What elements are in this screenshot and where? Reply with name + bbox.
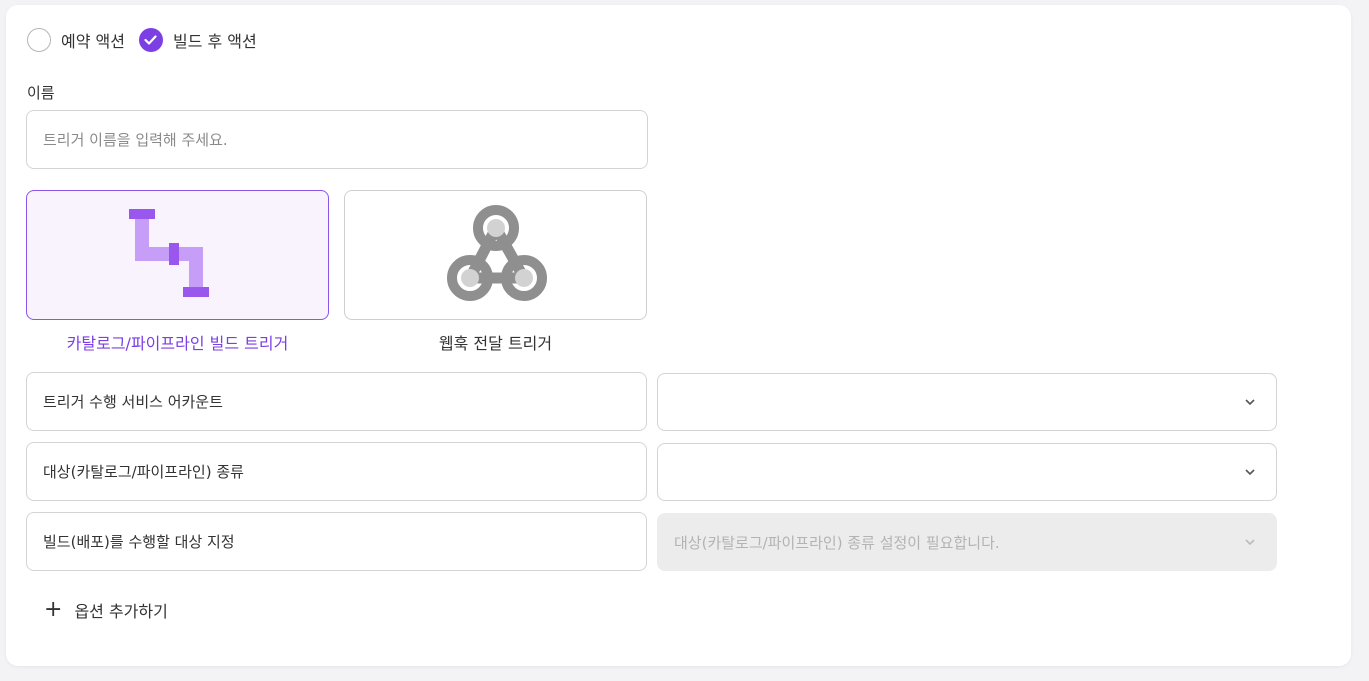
option-label: 트리거 수행 서비스 어카운트 bbox=[43, 393, 223, 411]
add-option-button[interactable]: + 옵션 추가하기 bbox=[44, 598, 168, 622]
webhook-trigger-card[interactable] bbox=[344, 190, 647, 320]
option-target-type-label-box: 대상(카탈로그/파이프라인) 종류 bbox=[26, 442, 647, 501]
target-type-select[interactable] bbox=[657, 443, 1277, 501]
trigger-name-input[interactable] bbox=[26, 110, 648, 169]
option-label: 빌드(배포)를 수행할 대상 지정 bbox=[43, 533, 235, 551]
add-option-label: 옵션 추가하기 bbox=[74, 602, 168, 621]
build-target-select: 대상(카탈로그/파이프라인) 종류 설정이 필요합니다. bbox=[657, 513, 1277, 571]
radio-post-build-action[interactable]: 빌드 후 액션 bbox=[138, 28, 257, 52]
chevron-down-icon bbox=[1245, 469, 1255, 476]
name-field-label: 이름 bbox=[27, 84, 55, 102]
radio-unchecked-icon bbox=[27, 28, 51, 52]
radio-checked-icon bbox=[138, 28, 163, 52]
radio-label: 빌드 후 액션 bbox=[172, 32, 257, 51]
option-service-account-label-box: 트리거 수행 서비스 어카운트 bbox=[26, 372, 647, 431]
plus-icon: + bbox=[44, 597, 63, 622]
pipe-icon bbox=[123, 203, 233, 307]
radio-label: 예약 액션 bbox=[61, 32, 125, 51]
option-build-target-label-box: 빌드(배포)를 수행할 대상 지정 bbox=[26, 512, 647, 571]
pipeline-build-trigger-label: 카탈로그/파이프라인 빌드 트리거 bbox=[66, 334, 289, 353]
pipeline-build-trigger-card[interactable] bbox=[26, 190, 329, 320]
trigger-type-radio-group: 예약 액션 빌드 후 액션 bbox=[27, 28, 271, 52]
radio-scheduled-action[interactable]: 예약 액션 bbox=[27, 28, 125, 52]
select-placeholder: 대상(카탈로그/파이프라인) 종류 설정이 필요합니다. bbox=[674, 533, 1000, 552]
service-account-select[interactable] bbox=[657, 373, 1277, 431]
webhook-trigger-label: 웹훅 전달 트리거 bbox=[438, 334, 553, 353]
webhook-icon bbox=[436, 198, 556, 312]
option-label: 대상(카탈로그/파이프라인) 종류 bbox=[43, 463, 244, 481]
chevron-down-icon bbox=[1245, 399, 1255, 406]
chevron-down-icon bbox=[1245, 539, 1255, 546]
